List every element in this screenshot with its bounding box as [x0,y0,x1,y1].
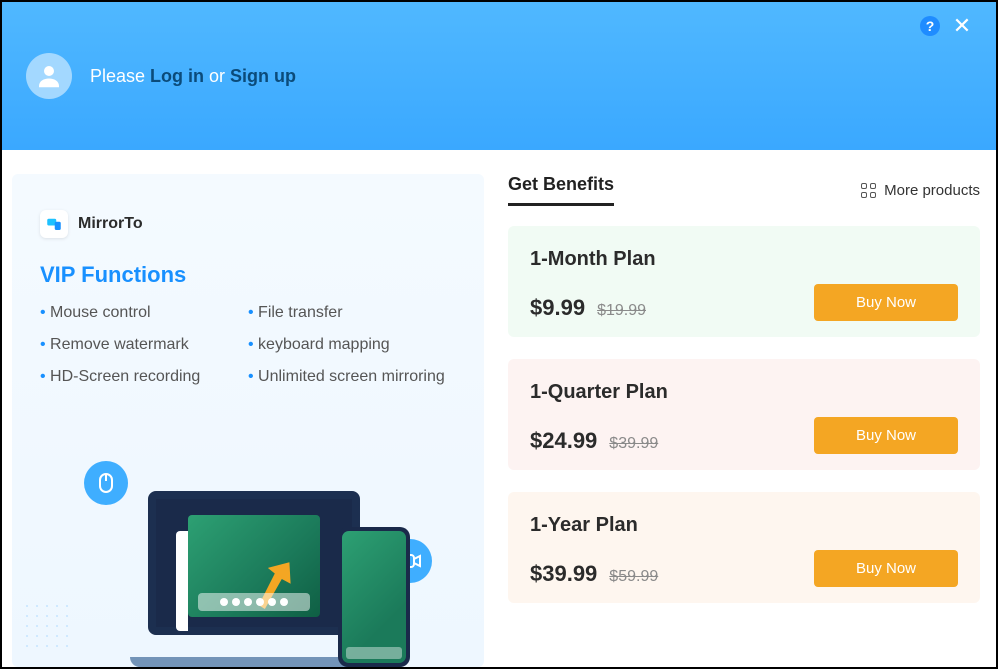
vip-title: VIP Functions [40,262,456,288]
app-icon [40,210,68,238]
feature-list: Mouse control File transfer Remove water… [40,304,456,386]
right-panel: Get Benefits More products 1-Month Plan … [508,174,986,667]
phone-illustration [338,527,410,667]
illustration [12,457,484,667]
feature-item: Unlimited screen mirroring [248,368,456,386]
plan-old-price: $59.99 [609,568,658,586]
plan-card-year: 1-Year Plan $39.99 $59.99 Buy Now [508,492,980,603]
login-link[interactable]: Log in [150,66,204,86]
more-products-label: More products [884,182,980,199]
header: Please Log in or Sign up ? ✕ [2,2,996,150]
or-label: or [204,66,230,86]
feature-item: Mouse control [40,304,248,322]
close-icon[interactable]: ✕ [952,16,972,36]
buy-now-button[interactable]: Buy Now [814,550,958,587]
please-label: Please [90,66,150,86]
help-icon[interactable]: ? [920,16,940,36]
mouse-badge-icon [84,461,128,505]
left-panel: MirrorTo VIP Functions Mouse control Fil… [12,174,484,667]
signup-link[interactable]: Sign up [230,66,296,86]
plan-card-quarter: 1-Quarter Plan $24.99 $39.99 Buy Now [508,359,980,470]
feature-item: File transfer [248,304,456,322]
decor-dots [22,601,70,649]
tab-get-benefits[interactable]: Get Benefits [508,174,614,206]
plan-title: 1-Month Plan [530,248,656,271]
app-name: MirrorTo [78,215,143,233]
more-products-link[interactable]: More products [861,182,980,199]
plan-price: $24.99 [530,428,597,454]
feature-item: keyboard mapping [248,336,456,354]
plan-old-price: $39.99 [609,435,658,453]
plan-old-price: $19.99 [597,302,646,320]
plan-price: $39.99 [530,561,597,587]
grid-icon [861,183,876,198]
feature-item: HD-Screen recording [40,368,248,386]
plan-title: 1-Year Plan [530,514,658,537]
plan-card-month: 1-Month Plan $9.99 $19.99 Buy Now [508,226,980,337]
login-text: Please Log in or Sign up [90,66,296,87]
main: MirrorTo VIP Functions Mouse control Fil… [2,150,996,667]
feature-item: Remove watermark [40,336,248,354]
plan-price: $9.99 [530,295,585,321]
plan-title: 1-Quarter Plan [530,381,668,404]
buy-now-button[interactable]: Buy Now [814,417,958,454]
avatar-icon [26,53,72,99]
buy-now-button[interactable]: Buy Now [814,284,958,321]
